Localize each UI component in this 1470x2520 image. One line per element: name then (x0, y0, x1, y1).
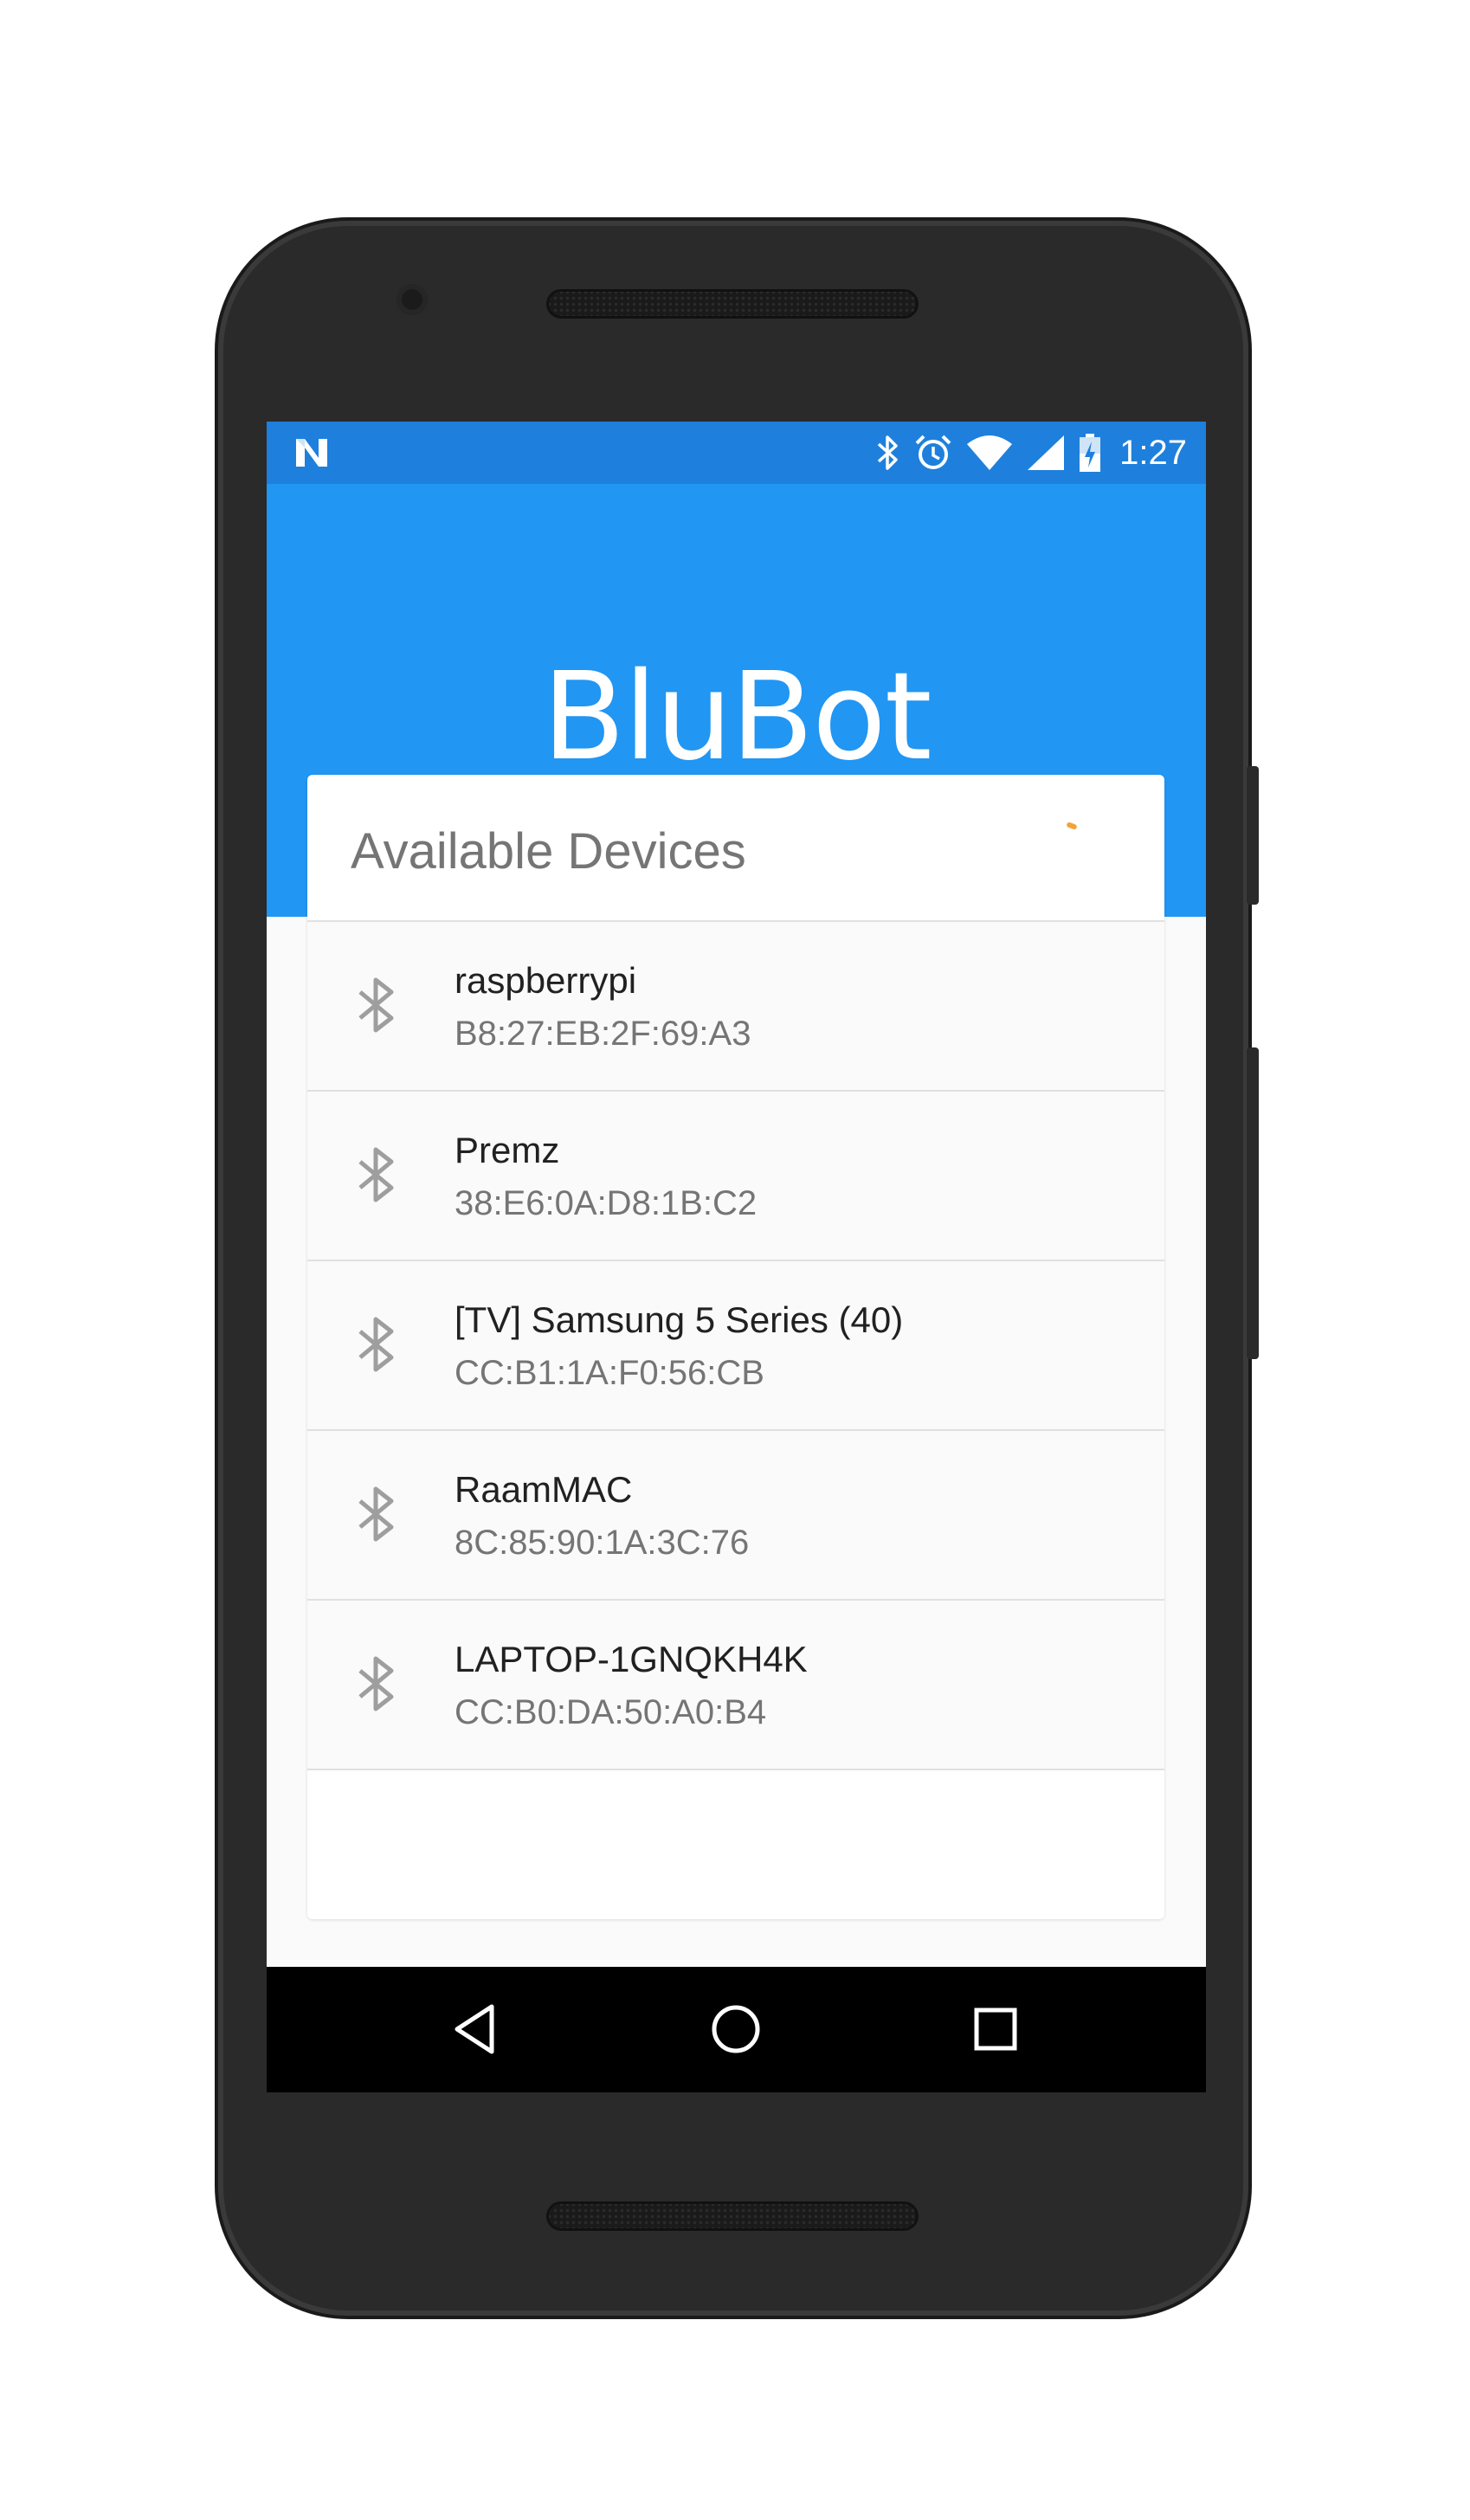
device-name: LAPTOP-1GNQKH4K (455, 1639, 808, 1679)
loading-spinner (1066, 822, 1078, 830)
top-speaker (546, 289, 919, 319)
bluetooth-icon (358, 977, 394, 1033)
card-header: Available Devices (307, 775, 1164, 922)
device-item[interactable]: Premz 38:E6:0A:D8:1B:C2 (307, 1092, 1164, 1261)
status-icons: 1:27 (875, 422, 1187, 484)
back-icon[interactable] (447, 1998, 509, 2060)
bluetooth-icon (358, 1486, 394, 1542)
alarm-icon (915, 435, 951, 469)
device-name: Premz (455, 1130, 560, 1170)
bluetooth-icon (358, 1147, 394, 1202)
device-item[interactable]: RaamMAC 8C:85:90:1A:3C:76 (307, 1431, 1164, 1601)
device-address: 8C:85:90:1A:3C:76 (455, 1524, 750, 1562)
signal-icon (1028, 435, 1065, 470)
device-screen: 1:27 BluBot Available Devices raspberryp… (267, 422, 1206, 2092)
volume-button (1247, 1047, 1259, 1359)
wifi-icon (967, 435, 1013, 470)
notification-n-icon (296, 439, 327, 467)
device-name: raspberrypi (455, 960, 637, 1001)
devices-card: Available Devices raspberrypi B8:27:EB:2… (307, 775, 1164, 1919)
recents-icon[interactable] (964, 1998, 1027, 2060)
battery-icon (1080, 434, 1101, 472)
device-name: RaamMAC (455, 1469, 633, 1510)
bottom-speaker (546, 2201, 919, 2231)
device-item[interactable]: [TV] Samsung 5 Series (40) CC:B1:1A:F0:5… (307, 1261, 1164, 1431)
home-icon[interactable] (705, 1998, 767, 2060)
device-address: CC:B1:1A:F0:56:CB (455, 1354, 764, 1392)
device-item[interactable]: LAPTOP-1GNQKH4K CC:B0:DA:50:A0:B4 (307, 1601, 1164, 1770)
device-item[interactable]: raspberrypi B8:27:EB:2F:69:A3 (307, 922, 1164, 1092)
device-address: B8:27:EB:2F:69:A3 (455, 1015, 751, 1053)
navigation-bar (267, 1967, 1206, 2092)
power-button (1247, 766, 1259, 905)
bluetooth-icon (877, 435, 898, 470)
device-list: raspberrypi B8:27:EB:2F:69:A3 Premz 38:E… (307, 922, 1164, 1770)
device-address: CC:B0:DA:50:A0:B4 (455, 1693, 767, 1731)
device-address: 38:E6:0A:D8:1B:C2 (455, 1184, 758, 1222)
app-title: BluBot (542, 647, 932, 788)
device-name: [TV] Samsung 5 Series (40) (455, 1299, 904, 1340)
bluetooth-icon (358, 1317, 394, 1372)
status-time: 1:27 (1119, 433, 1187, 472)
bluetooth-icon (358, 1656, 394, 1711)
front-camera (397, 284, 428, 315)
status-bar: 1:27 (267, 422, 1206, 484)
card-title: Available Devices (351, 823, 746, 880)
